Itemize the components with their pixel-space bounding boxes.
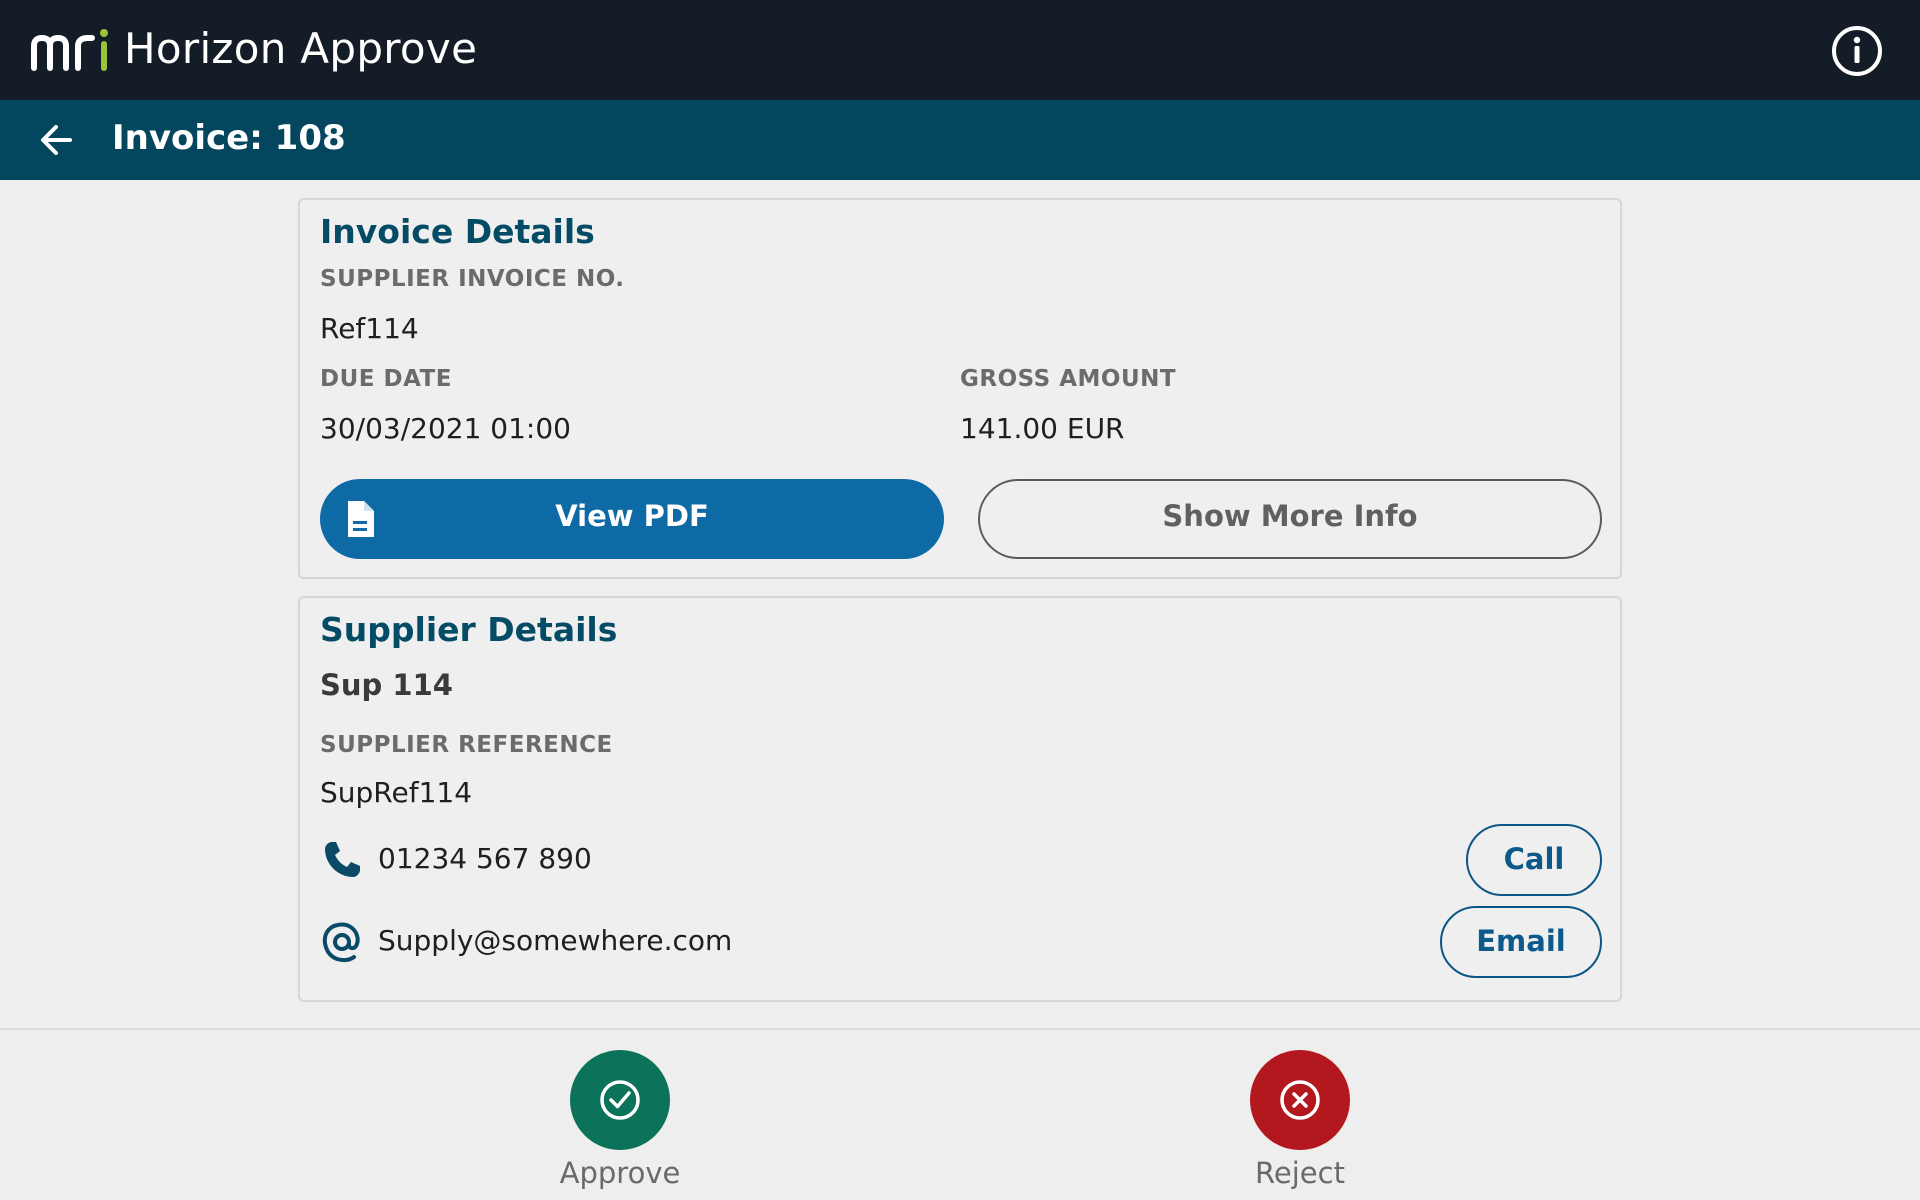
phone-icon: [325, 842, 360, 877]
show-more-info-button[interactable]: Show More Info: [978, 479, 1602, 559]
close-circle-icon: [1280, 1080, 1320, 1120]
app-title: Horizon Approve: [124, 24, 478, 73]
gross-amount-value: 141.00 EUR: [960, 412, 1125, 445]
supplier-details-card: Supplier Details Sup 114 SUPPLIER REFERE…: [298, 596, 1622, 1002]
gross-amount-label: GROSS AMOUNT: [960, 366, 1177, 392]
supplier-email: Supply@somewhere.com: [378, 924, 733, 957]
supplier-invoice-label: SUPPLIER INVOICE NO.: [320, 266, 625, 292]
check-circle-icon: [600, 1080, 640, 1120]
email-button[interactable]: Email: [1440, 906, 1602, 978]
view-pdf-button[interactable]: View PDF: [320, 479, 944, 559]
invoice-details-card: Invoice Details SUPPLIER INVOICE NO. Ref…: [298, 198, 1622, 579]
supplier-reference-value: SupRef114: [320, 776, 473, 809]
supplier-invoice-value: Ref114: [320, 312, 419, 345]
action-bar: [0, 1028, 1920, 1200]
due-date-label: DUE DATE: [320, 366, 452, 392]
supplier-name: Sup 114: [320, 668, 453, 702]
page-title: Invoice: 108: [112, 118, 346, 158]
invoice-details-title: Invoice Details: [320, 212, 595, 251]
due-date-value: 30/03/2021 01:00: [320, 412, 571, 445]
back-arrow-icon[interactable]: [36, 118, 76, 162]
email-label: Email: [1476, 924, 1566, 958]
email-at-icon: [322, 922, 360, 963]
show-more-info-label: Show More Info: [1162, 499, 1418, 533]
reject-circle: [1250, 1050, 1350, 1150]
supplier-reference-label: SUPPLIER REFERENCE: [320, 732, 613, 758]
info-icon[interactable]: [1830, 24, 1884, 78]
mri-logo: [31, 29, 108, 71]
approve-circle: [570, 1050, 670, 1150]
view-pdf-label: View PDF: [555, 499, 709, 533]
reject-label: Reject: [1255, 1156, 1345, 1190]
approve-button[interactable]: Approve: [520, 1050, 720, 1196]
reject-button[interactable]: Reject: [1200, 1050, 1400, 1196]
call-button[interactable]: Call: [1466, 824, 1602, 896]
approve-label: Approve: [559, 1156, 681, 1190]
supplier-details-title: Supplier Details: [320, 610, 618, 649]
supplier-phone: 01234 567 890: [378, 842, 592, 875]
call-label: Call: [1503, 842, 1565, 876]
